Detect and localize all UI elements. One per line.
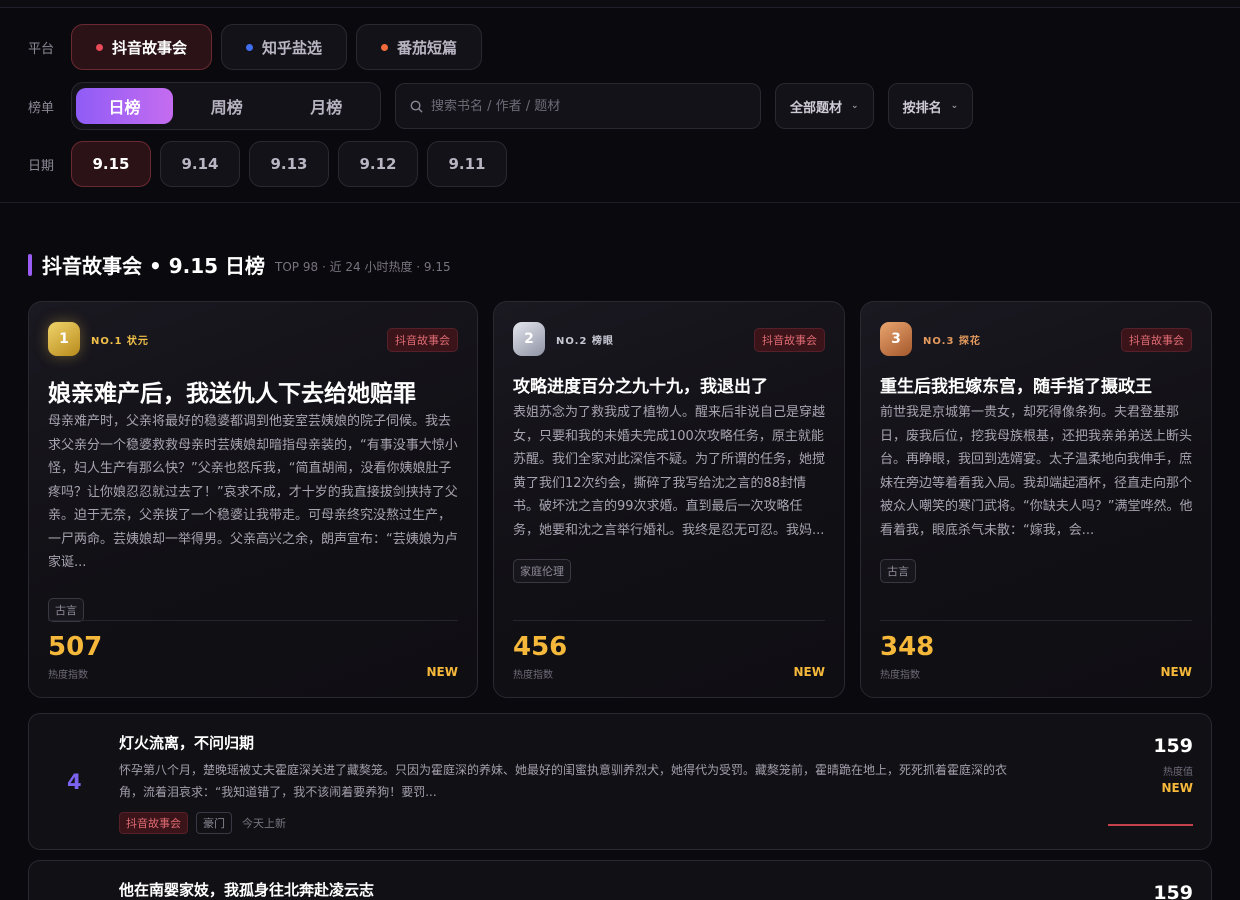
heat-value: 456 xyxy=(513,632,568,662)
card-description: 表姐苏念为了救我成了植物人。醒来后非说自己是穿越女，只要和我的未婚夫完成100次… xyxy=(513,405,826,538)
section-accent-bar xyxy=(28,253,32,276)
card-divider xyxy=(880,620,1192,621)
platform-chip-zhihu[interactable]: 知乎盐选 xyxy=(221,24,347,70)
search-input[interactable] xyxy=(431,98,731,114)
platform-badge: 抖音故事会 xyxy=(1121,328,1192,352)
platform-dot xyxy=(95,43,103,51)
platform-badge: 抖音故事会 xyxy=(754,328,825,352)
card-tags: 家庭伦理 xyxy=(513,559,571,583)
chevron-down-icon: ⌄ xyxy=(851,101,859,111)
card-tags: 古言 xyxy=(48,598,84,622)
card-divider xyxy=(48,620,458,621)
heat-label: 热度值 xyxy=(1163,767,1193,778)
top-card-3[interactable]: 3 NO.3 探花 抖音故事会 重生后我拒嫁东宫，随手指了摄政王 前世我是京城第… xyxy=(860,301,1212,698)
new-badge: NEW xyxy=(1161,781,1193,795)
platform-chip-douyin[interactable]: 抖音故事会 xyxy=(71,24,212,70)
platform-chip-label: 番茄短篇 xyxy=(396,38,457,57)
date-chip[interactable]: 9.11 xyxy=(427,141,507,187)
platform-row: 平台 抖音故事会 知乎盐选 番茄短篇 xyxy=(28,24,491,70)
heat-bar xyxy=(1108,824,1193,826)
platform-chip-label: 知乎盐选 xyxy=(261,38,322,57)
card-header: 3 NO.3 探花 xyxy=(880,322,981,356)
genre-tag: 豪门 xyxy=(196,812,232,834)
period-tab-month[interactable]: 月榜 xyxy=(277,88,377,124)
search-icon xyxy=(410,100,423,113)
date-chip[interactable]: 9.13 xyxy=(249,141,329,187)
rank-number: 4 xyxy=(67,770,82,794)
period-segment: 日榜 周榜 月榜 xyxy=(71,82,381,130)
heat-value: 159 xyxy=(1153,735,1193,757)
platform-label: 平台 xyxy=(28,41,55,57)
bronze-medal-icon: 3 xyxy=(880,322,912,356)
platform-dot xyxy=(380,43,388,51)
list-item-meta: 抖音故事会 豪门 今天上新 xyxy=(119,812,286,834)
top-bar xyxy=(0,0,1240,8)
list-item[interactable]: 4 灯火流离，不问归期 怀孕第八个月，楚晚瑶被丈夫霍庭深关进了藏獒笼。只因为霍庭… xyxy=(28,713,1212,850)
sort-dropdown[interactable]: 按排名 ⌄ xyxy=(887,83,974,129)
genre-tag: 古言 xyxy=(48,598,84,622)
section-header: 抖音故事会 • 9.15 日榜 TOP 98 · 近 24 小时热度 · 9.1… xyxy=(28,250,451,279)
heat-value: 159 xyxy=(1153,882,1193,900)
card-tags: 古言 xyxy=(880,559,916,583)
genre-tag: 家庭伦理 xyxy=(513,559,571,583)
chart-label: 榜单 xyxy=(28,100,55,116)
search-box xyxy=(395,83,761,129)
date-chip[interactable]: 9.14 xyxy=(160,141,240,187)
card-title[interactable]: 娘亲难产后，我送仇人下去给她赔罪 xyxy=(48,374,416,408)
platform-dot xyxy=(245,43,253,51)
date-chip[interactable]: 9.15 xyxy=(71,141,151,187)
platform-badge: 抖音故事会 xyxy=(387,328,458,352)
list-item[interactable]: 他在南婴家妓，我孤身往北奔赴凌云志 159 xyxy=(28,860,1212,900)
card-header: 2 NO.2 榜眼 xyxy=(513,322,614,356)
list-item-title[interactable]: 他在南婴家妓，我孤身往北奔赴凌云志 xyxy=(119,879,374,900)
list-item-title[interactable]: 灯火流离，不问归期 xyxy=(119,732,254,753)
heat-value: 348 xyxy=(880,632,935,662)
platform-chip-fanqie[interactable]: 番茄短篇 xyxy=(356,24,482,70)
filter-panel: 平台 抖音故事会 知乎盐选 番茄短篇 榜单 日榜 周榜 月榜 搜索书名 / 作者… xyxy=(0,8,1240,203)
rank-text: NO.1 状元 xyxy=(91,335,149,347)
chevron-down-icon: ⌄ xyxy=(950,101,959,111)
genre-dropdown[interactable]: 全部题材 ⌄ xyxy=(775,83,874,129)
card-divider xyxy=(513,620,825,621)
new-badge: NEW xyxy=(793,665,825,679)
card-description: 母亲难产时，父亲将最好的稳婆都调到他妾室芸姨娘的院子伺候。我去求父亲分一个稳婆救… xyxy=(48,414,458,570)
genre-tag: 古言 xyxy=(880,559,916,583)
card-title[interactable]: 重生后我拒嫁东宫，随手指了摄政王 xyxy=(880,372,1152,397)
new-badge: NEW xyxy=(1160,665,1192,679)
heat-label: 热度指数 xyxy=(48,670,88,681)
new-badge: NEW xyxy=(426,665,458,679)
card-description: 前世我是京城第一贵女，却死得像条狗。夫君登基那日，废我后位，挖我母族根基，还把我… xyxy=(880,405,1193,538)
sort-dropdown-label: 按排名 xyxy=(902,100,942,116)
rank-text: NO.3 探花 xyxy=(923,335,981,347)
list-item-description: 怀孕第八个月，楚晚瑶被丈夫霍庭深关进了藏獒笼。只因为霍庭深的养妹、她最好的闺蜜执… xyxy=(119,763,1008,799)
period-tab-week[interactable]: 周榜 xyxy=(177,88,277,124)
heat-value: 507 xyxy=(48,632,103,662)
top-card-1[interactable]: 1 NO.1 状元 抖音故事会 娘亲难产后，我送仇人下去给她赔罪 母亲难产时，父… xyxy=(28,301,478,698)
platform-badge: 抖音故事会 xyxy=(119,812,188,834)
update-time: 今天上新 xyxy=(242,817,286,830)
date-chip[interactable]: 9.12 xyxy=(338,141,418,187)
date-row: 日期 9.15 9.14 9.13 9.12 9.11 xyxy=(28,141,516,187)
heat-label: 热度指数 xyxy=(880,670,920,681)
card-header: 1 NO.1 状元 xyxy=(48,322,149,356)
chart-row: 榜单 日榜 周榜 月榜 全部题材 ⌄ 按排名 ⌄ xyxy=(28,82,974,130)
section-title: 抖音故事会 • 9.15 日榜 xyxy=(42,254,266,278)
platform-chip-label: 抖音故事会 xyxy=(111,38,187,57)
card-title[interactable]: 攻略进度百分之九十九，我退出了 xyxy=(513,372,768,397)
section-subtitle: TOP 98 · 近 24 小时热度 · 9.15 xyxy=(275,260,451,274)
rank-text: NO.2 榜眼 xyxy=(556,335,614,347)
silver-medal-icon: 2 xyxy=(513,322,545,356)
gold-medal-icon: 1 xyxy=(48,322,80,356)
heat-label: 热度指数 xyxy=(513,670,553,681)
date-label: 日期 xyxy=(28,158,55,174)
genre-dropdown-label: 全部题材 xyxy=(790,100,843,116)
top-card-2[interactable]: 2 NO.2 榜眼 抖音故事会 攻略进度百分之九十九，我退出了 表姐苏念为了救我… xyxy=(493,301,845,698)
period-tab-day[interactable]: 日榜 xyxy=(76,88,173,124)
